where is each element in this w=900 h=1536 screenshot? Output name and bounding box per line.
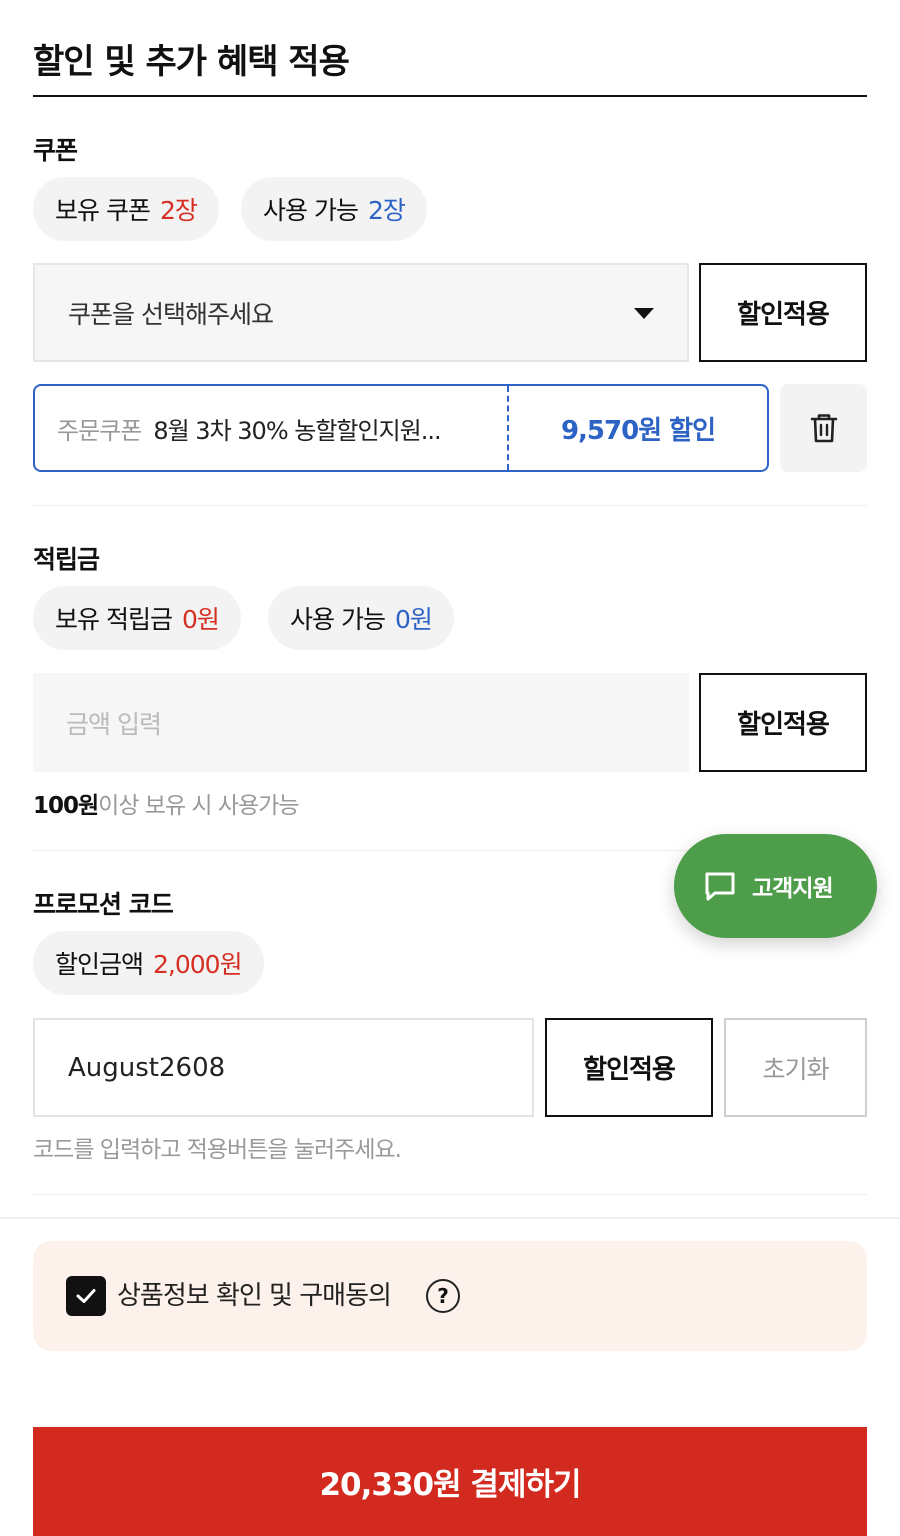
applied-coupon-card: 주문쿠폰 8월 3차 30% 농할할인지원... 9,570원 할인 bbox=[33, 384, 769, 472]
applied-coupon-name: 8월 3차 30% 농할할인지원... bbox=[153, 416, 441, 445]
usable-coupon-badge: 사용 가능 2장 bbox=[241, 177, 427, 241]
usable-points-amount: 0원 bbox=[394, 605, 433, 634]
owned-points-label: 보유 적립금 bbox=[55, 605, 173, 634]
coupon-section-label: 쿠폰 bbox=[33, 136, 78, 165]
full-width-divider bbox=[0, 1217, 900, 1219]
applied-coupon-description: 주문쿠폰 8월 3차 30% 농할할인지원... bbox=[57, 386, 497, 470]
promo-hint: 코드를 입력하고 적용버튼을 눌러주세요. bbox=[33, 1137, 402, 1163]
applied-coupon-tag: 주문쿠폰 bbox=[57, 416, 142, 445]
points-section-label: 적립금 bbox=[33, 545, 100, 574]
promo-code-input[interactable]: August2608 bbox=[33, 1018, 534, 1117]
promo-discount-label: 할인금액 bbox=[55, 950, 144, 979]
checkmark-icon bbox=[76, 1289, 96, 1303]
section-divider bbox=[33, 1194, 867, 1195]
owned-points-badge: 보유 적립금 0원 bbox=[33, 586, 241, 650]
remove-coupon-button[interactable] bbox=[780, 384, 867, 472]
owned-coupon-badge: 보유 쿠폰 2장 bbox=[33, 177, 219, 241]
customer-support-label: 고객지원 bbox=[752, 876, 834, 902]
usable-points-badge: 사용 가능 0원 bbox=[268, 586, 454, 650]
points-hint-min: 100원 bbox=[33, 793, 99, 819]
customer-support-button[interactable]: 고객지원 bbox=[674, 834, 877, 938]
chat-bubble-icon bbox=[705, 872, 735, 901]
agreement-checkbox[interactable] bbox=[66, 1276, 106, 1316]
usable-points-label: 사용 가능 bbox=[290, 605, 386, 634]
promo-discount-amount: 2,000원 bbox=[153, 950, 243, 979]
section-divider bbox=[33, 505, 867, 506]
promo-reset-button[interactable]: 초기화 bbox=[724, 1018, 867, 1117]
points-amount-input[interactable]: 금액 입력 bbox=[33, 673, 689, 772]
promo-section-label: 프로모션 코드 bbox=[33, 890, 174, 919]
pay-button[interactable]: 20,330원 결제하기 bbox=[33, 1427, 867, 1536]
owned-points-amount: 0원 bbox=[181, 605, 220, 634]
usable-coupon-count: 2장 bbox=[367, 196, 406, 225]
owned-coupon-label: 보유 쿠폰 bbox=[55, 196, 151, 225]
points-hint-text: 이상 보유 시 사용가능 bbox=[98, 793, 299, 819]
promo-apply-button[interactable]: 할인적용 bbox=[545, 1018, 713, 1117]
agreement-label: 상품정보 확인 및 구매동의 bbox=[117, 1281, 392, 1311]
usable-coupon-label: 사용 가능 bbox=[263, 196, 359, 225]
purchase-agreement-box: 상품정보 확인 및 구매동의 ? bbox=[33, 1241, 867, 1351]
help-icon[interactable]: ? bbox=[426, 1279, 460, 1313]
title-divider bbox=[33, 95, 867, 97]
promo-discount-badge: 할인금액 2,000원 bbox=[33, 931, 264, 995]
coupon-apply-button[interactable]: 할인적용 bbox=[699, 263, 867, 362]
applied-coupon-discount: 9,570원 할인 bbox=[560, 415, 716, 446]
trash-icon bbox=[810, 414, 837, 443]
coupon-select-placeholder: 쿠폰을 선택해주세요 bbox=[68, 299, 274, 329]
owned-coupon-count: 2장 bbox=[159, 196, 198, 225]
page-title: 할인 및 추가 혜택 적용 bbox=[33, 42, 350, 82]
points-hint: 100원이상 보유 시 사용가능 bbox=[33, 786, 300, 820]
points-apply-button[interactable]: 할인적용 bbox=[699, 673, 867, 772]
points-amount-placeholder: 금액 입력 bbox=[66, 709, 162, 739]
promo-code-value: August2608 bbox=[68, 1052, 226, 1083]
chevron-down-icon bbox=[634, 308, 654, 319]
coupon-select[interactable]: 쿠폰을 선택해주세요 bbox=[33, 263, 689, 362]
